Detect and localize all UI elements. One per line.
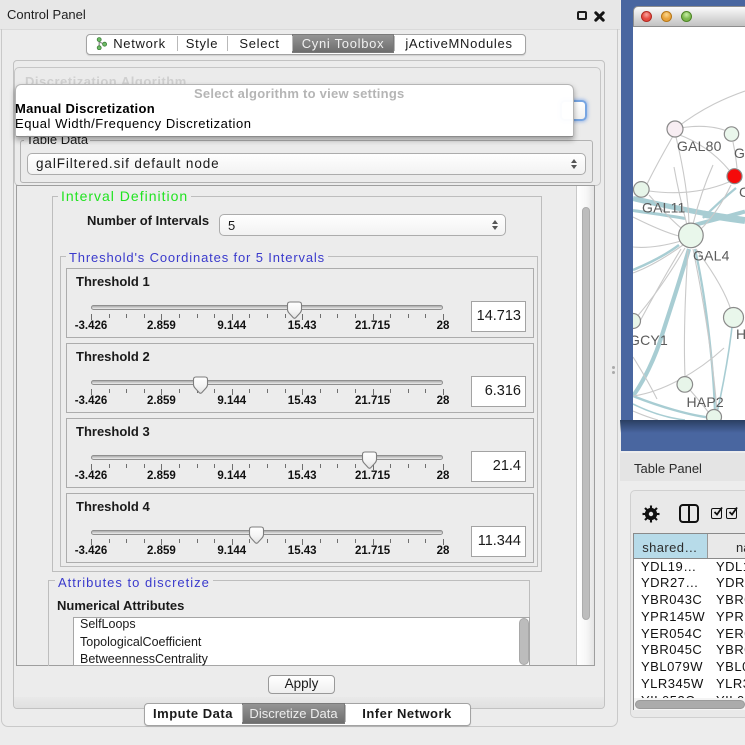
svg-text:GAL11: GAL11 <box>642 199 686 215</box>
svg-text:GCY1: GCY1 <box>633 332 668 348</box>
svg-text:C: C <box>739 184 745 200</box>
svg-text:H: H <box>736 326 745 342</box>
svg-text:GAL4: GAL4 <box>693 248 730 264</box>
svg-text:GAL80: GAL80 <box>677 138 722 154</box>
svg-text:HAP2: HAP2 <box>687 394 724 410</box>
svg-text:GA: GA <box>734 145 745 161</box>
